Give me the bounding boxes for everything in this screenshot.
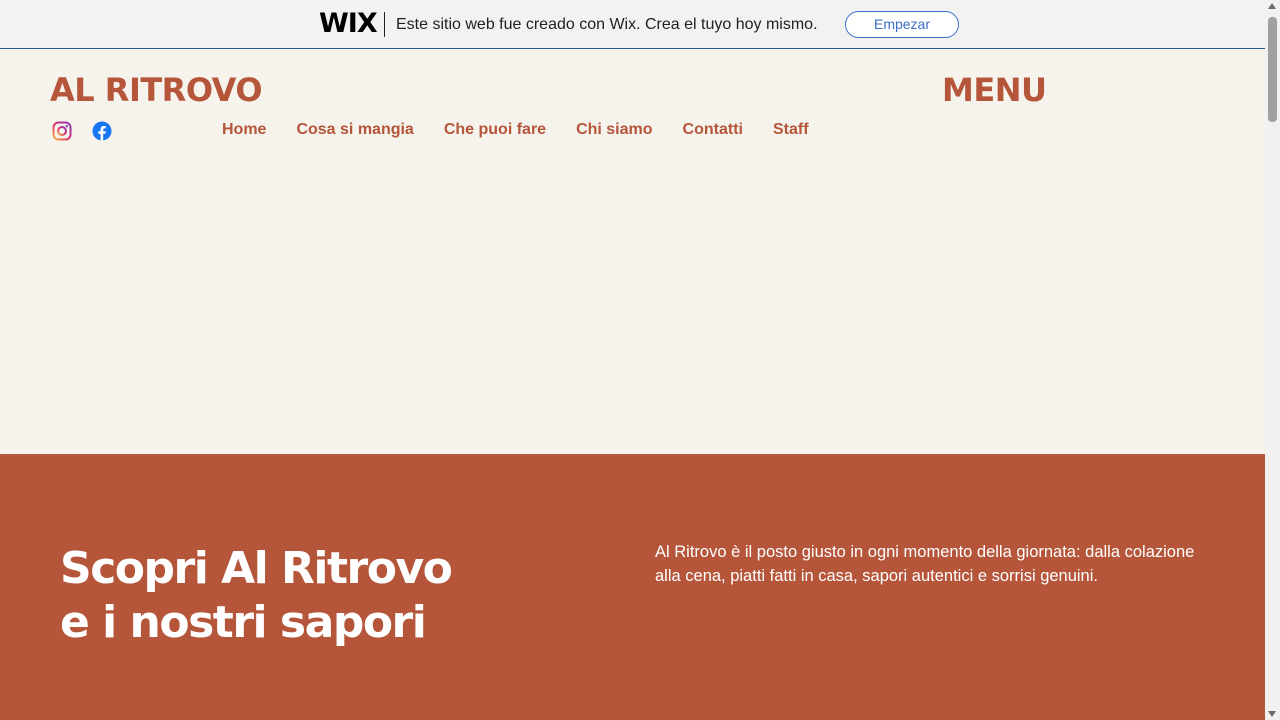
menu-link[interactable]: MENU — [942, 70, 1047, 110]
nav-cosa-si-mangia[interactable]: Cosa si mangia — [296, 120, 413, 140]
nav-contatti[interactable]: Contatti — [683, 120, 743, 140]
main-nav: Home Cosa si mangia Che puoi fare Chi si… — [222, 120, 839, 140]
wix-banner: WIX Este sitio web fue creado con Wix. C… — [0, 0, 1265, 49]
scroll-up-arrow-icon[interactable] — [1268, 3, 1276, 9]
wix-logo[interactable]: WIX — [319, 9, 378, 39]
nav-che-puoi-fare[interactable]: Che puoi fare — [444, 120, 546, 140]
hero-description: Al Ritrovo è il posto giusto in ogni mom… — [655, 543, 1195, 585]
nav-chi-siamo[interactable]: Chi siamo — [576, 120, 652, 140]
instagram-icon[interactable] — [52, 121, 72, 141]
nav-home[interactable]: Home — [222, 120, 266, 140]
site-title[interactable]: AL RITROVO — [50, 70, 263, 110]
nav-staff[interactable]: Staff — [773, 120, 809, 140]
scrollbar-thumb[interactable] — [1268, 17, 1277, 122]
scroll-down-arrow-icon[interactable] — [1268, 711, 1276, 717]
facebook-icon[interactable] — [92, 121, 112, 141]
banner-divider — [384, 12, 385, 37]
hero-title: Scopri Al Ritrovo e i nostri sapori — [60, 542, 453, 650]
page-scrollbar[interactable] — [1265, 0, 1280, 720]
hero-title-line-1: Scopri Al Ritrovo — [60, 543, 453, 594]
hero-section: Scopri Al Ritrovo e i nostri sapori Al R… — [0, 454, 1265, 720]
empezar-button[interactable]: Empezar — [845, 11, 959, 38]
banner-message: Este sitio web fue creado con Wix. Crea … — [396, 16, 818, 33]
hero-title-line-2: e i nostri sapori — [60, 597, 427, 648]
